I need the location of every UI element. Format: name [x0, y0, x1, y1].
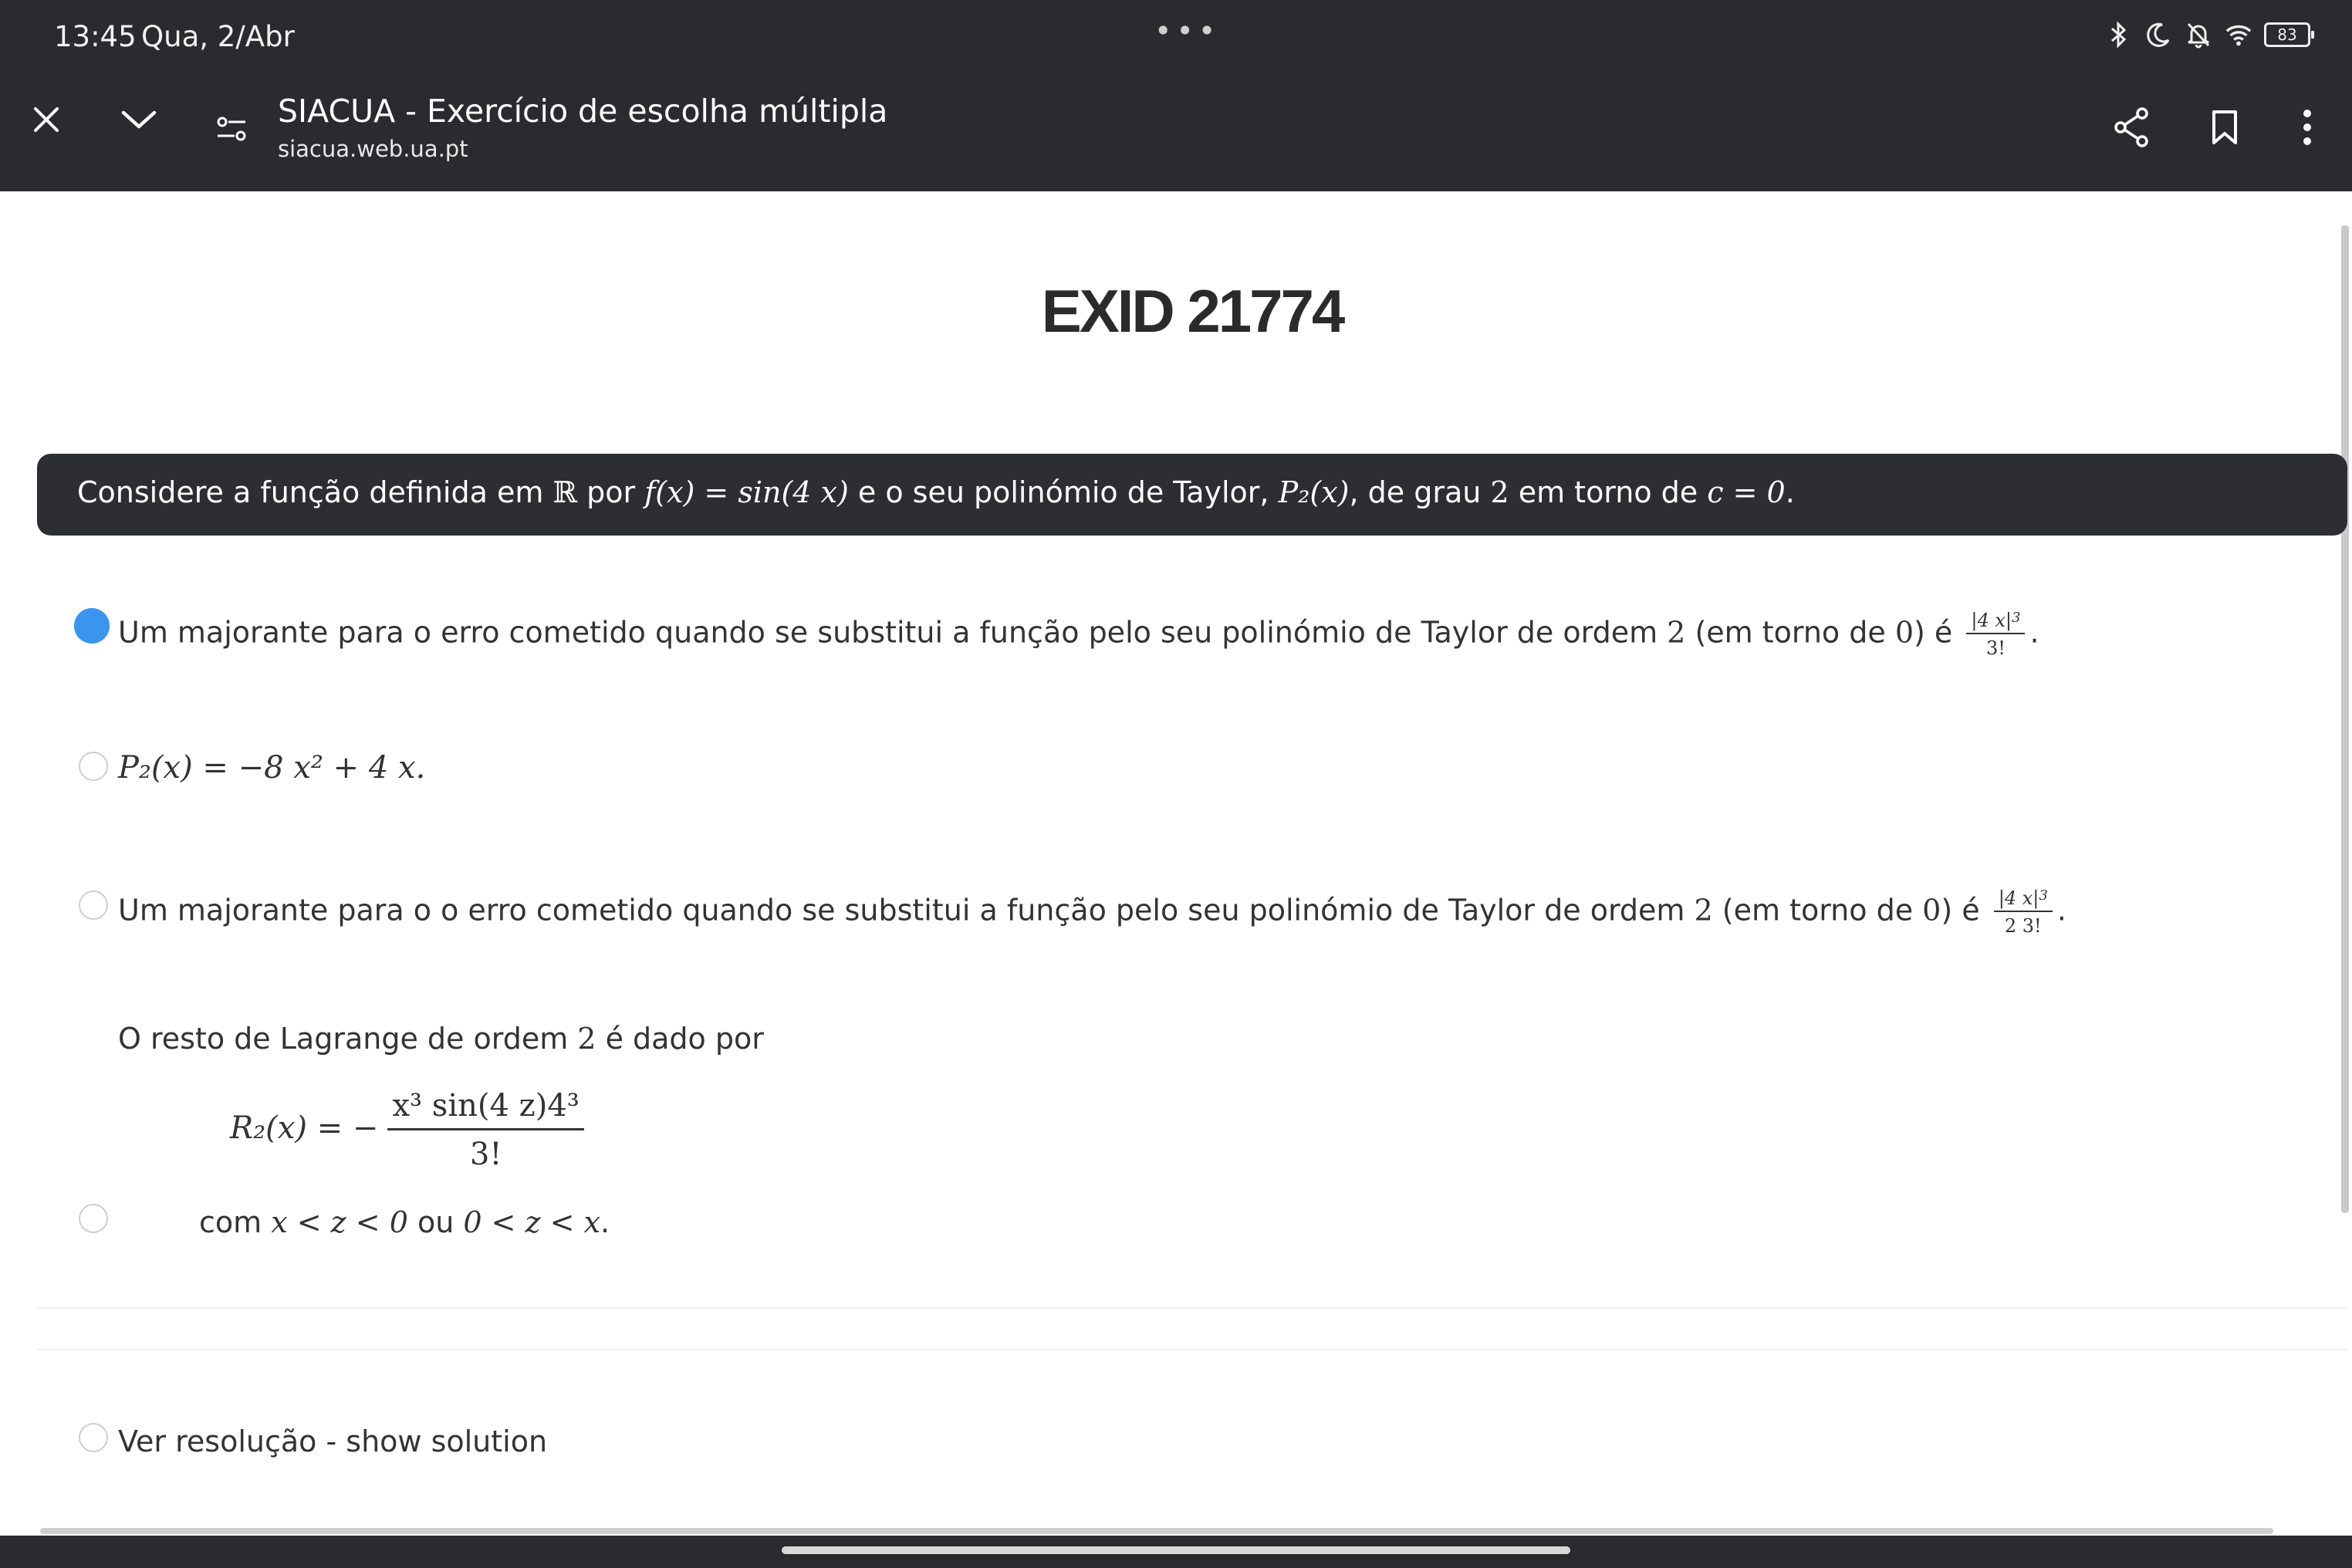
remainder-numerator: x³ sin(4 z)4³: [387, 1088, 584, 1130]
page-info-icon: [217, 117, 246, 141]
fraction-numerator: |4 x|: [1971, 610, 2012, 631]
collapse-button[interactable]: [108, 89, 170, 150]
more-options-button[interactable]: [2276, 96, 2338, 158]
page-title: EXID 21774: [1041, 277, 1346, 345]
option-c-text: ) é: [1941, 893, 1989, 928]
error-bound-fraction: |4 x|3 2 3!: [1993, 887, 2053, 937]
option-c-label[interactable]: Um majorante para o o erro cometido quan…: [118, 887, 2066, 937]
option-d-intro: O resto de Lagrange de ordem 2 é dado po…: [118, 1022, 764, 1056]
question-part: Considere a função definida em: [77, 475, 553, 509]
option-a-label[interactable]: Um majorante para o erro cometido quando…: [118, 610, 2039, 659]
status-time: 13:45: [54, 20, 137, 53]
status-icons: 83: [2104, 20, 2314, 49]
option-d-text: O resto de Lagrange de ordem: [118, 1022, 578, 1056]
option-d-text: é dado por: [596, 1022, 764, 1056]
order-value: 2: [577, 1022, 596, 1056]
option-c-text: Um majorante para o o erro cometido quan…: [118, 893, 1695, 928]
gesture-handle[interactable]: [782, 1546, 1570, 1554]
option-b-label[interactable]: P₂(x) = −8 x² + 4 x.: [118, 750, 425, 786]
option-b-formula: P₂(x) = −8 x² + 4 x.: [118, 750, 426, 786]
option-d-radio[interactable]: [79, 1204, 108, 1233]
divider: [37, 1349, 2347, 1350]
bell-off-icon: [2184, 20, 2213, 49]
reals-symbol: ℝ: [553, 475, 578, 509]
center-value: 0: [1894, 615, 1914, 650]
wifi-icon: [2224, 20, 2253, 49]
fraction-numerator: |4 x|: [1998, 887, 2039, 909]
bookmark-button[interactable]: [2194, 96, 2256, 158]
question-box: Considere a função definida em ℝ por f(x…: [37, 454, 2347, 536]
option-a-text: ) é: [1914, 615, 1962, 650]
order-value: 2: [1667, 615, 1686, 650]
remainder-lhs: R₂(x) = −: [230, 1110, 379, 1146]
period: .: [600, 1205, 610, 1239]
fraction-denominator: 2 3!: [2004, 915, 2042, 937]
status-bar: 13:45 Qua, 2/Abr ••• 83: [0, 0, 2352, 76]
option-c-radio[interactable]: [79, 890, 108, 920]
remainder-fraction: x³ sin(4 z)4³ 3!: [387, 1088, 584, 1172]
battery-icon: 83: [2264, 22, 2314, 47]
error-bound-fraction: |4 x|3 3!: [1966, 610, 2026, 659]
vertical-scrollbar[interactable]: [2341, 225, 2349, 1213]
navigation-bar: [0, 1536, 2352, 1568]
page-info-button[interactable]: [201, 99, 262, 161]
status-dots: •••: [1154, 14, 1221, 48]
page-tab-title: SIACUA - Exercício de escolha múltipla: [278, 93, 888, 130]
option-a-text: Um majorante para o erro cometido quando…: [118, 615, 1668, 650]
degree-value: 2: [1490, 475, 1509, 509]
function-expression: f(x) = sin(4 x): [644, 475, 849, 509]
option-a-text: (em torno de: [1685, 615, 1895, 650]
center-value: 0: [1922, 893, 1941, 928]
period: .: [2029, 615, 2039, 650]
show-solution-label[interactable]: Ver resolução - show solution: [118, 1424, 547, 1458]
taylor-polynomial-symbol: P₂(x): [1278, 475, 1350, 509]
option-d-condition[interactable]: com x < z < 0 ou 0 < z < x.: [199, 1205, 610, 1239]
remainder-denominator: 3!: [469, 1137, 502, 1172]
question-part: , de grau: [1349, 475, 1491, 509]
horizontal-scrollbar[interactable]: [40, 1528, 2273, 1534]
option-a-radio[interactable]: [74, 608, 110, 644]
fraction-denominator: 3!: [1985, 637, 2006, 659]
question-part: em torno de: [1509, 475, 1708, 509]
bookmark-icon: [2212, 110, 2237, 144]
option-d-text: com: [199, 1205, 272, 1239]
lagrange-remainder-formula: R₂(x) = − x³ sin(4 z)4³ 3!: [230, 1088, 584, 1172]
share-icon: [2114, 107, 2148, 147]
chevron-down-icon: [121, 110, 157, 129]
option-d-text: ou: [407, 1205, 464, 1239]
period: .: [2056, 893, 2066, 928]
question-part: por: [577, 475, 645, 509]
exponent: 3: [2012, 610, 2021, 626]
share-button[interactable]: [2100, 96, 2162, 158]
order-value: 2: [1694, 893, 1713, 928]
show-solution-radio[interactable]: [79, 1423, 108, 1452]
moon-icon: [2144, 20, 2173, 49]
question-part: e o seu polinómio de Taylor,: [848, 475, 1279, 509]
exponent: 3: [2039, 887, 2048, 904]
status-date: Qua, 2/Abr: [141, 20, 295, 53]
more-vert-icon: [2303, 110, 2311, 145]
close-button[interactable]: [15, 89, 77, 150]
question-text: Considere a função definida em ℝ por f(x…: [77, 475, 1795, 509]
browser-toolbar: SIACUA - Exercício de escolha múltipla s…: [0, 76, 2352, 191]
option-b-radio[interactable]: [79, 752, 108, 781]
question-part: .: [1785, 475, 1795, 509]
option-c-text: (em torno de: [1712, 893, 1923, 928]
close-icon: [34, 107, 59, 132]
page-url[interactable]: siacua.web.ua.pt: [278, 136, 468, 162]
center-value: c = 0: [1707, 475, 1786, 509]
condition-1: x < z < 0: [271, 1205, 408, 1239]
divider: [37, 1307, 2347, 1309]
condition-2: 0 < z < x: [463, 1205, 600, 1239]
bluetooth-icon: [2104, 20, 2133, 49]
